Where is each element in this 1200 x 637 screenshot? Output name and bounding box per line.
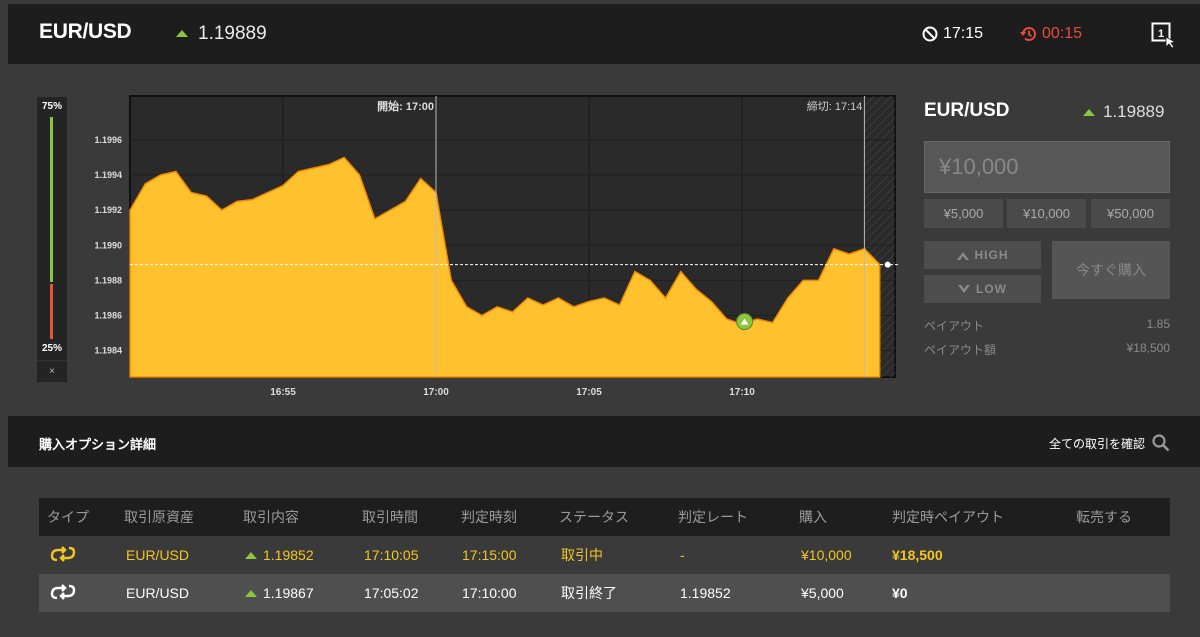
current-rate: 1.19889: [176, 23, 267, 45]
row-judge-rate: 1.19852: [680, 585, 731, 601]
close-time-value: 17:15: [943, 25, 984, 42]
high-low-type-icon: [50, 546, 76, 562]
up-arrow-icon: [176, 30, 188, 38]
col-status: ステータス: [559, 509, 629, 525]
y-tick-label: 1.1994: [94, 170, 122, 180]
view-all-trades-link[interactable]: 全ての取引を確認: [1049, 434, 1170, 452]
x-tick-label: 17:00: [423, 387, 449, 398]
col-purchase: 購入: [799, 509, 827, 525]
search-icon: [1152, 434, 1170, 452]
header-bar: EUR/USD 1.19889 17:15 00:15 1: [8, 4, 1200, 64]
row-asset: EUR/USD: [126, 585, 190, 601]
payout-amount-value: ¥18,500: [1126, 341, 1170, 355]
current-rate-dot: [884, 261, 891, 268]
table-row[interactable]: EUR/USD 1.19852 17:10:05 17:15:00 取引中 - …: [39, 536, 1170, 574]
payout-value: 1.85: [1146, 317, 1170, 331]
low-label: LOW: [976, 282, 1007, 296]
order-asset-title: EUR/USD: [924, 100, 1010, 121]
quick-amount-50000-button[interactable]: ¥50,000: [1091, 199, 1170, 228]
low-button[interactable]: LOW: [924, 275, 1041, 303]
close-gauge-button[interactable]: ×: [37, 360, 67, 377]
row-entry-value: 1.19852: [263, 547, 314, 563]
payout-amount-row: ペイアウト額 ¥18,500: [924, 341, 1170, 358]
svg-text:1: 1: [1158, 28, 1164, 40]
row-payout: ¥18,500: [892, 547, 943, 563]
sentiment-gauge: 75% 25% ×: [37, 97, 67, 382]
row-status: 取引中: [561, 547, 603, 563]
high-arrow-icon: [956, 251, 969, 260]
col-judge-rate: 判定レート: [678, 509, 748, 525]
payout-amount-label: ペイアウト額: [924, 343, 997, 357]
row-time: 17:10:05: [364, 547, 419, 563]
y-tick-label: 1.1984: [94, 346, 122, 356]
x-tick-label: 17:10: [729, 387, 755, 398]
row-status: 取引終了: [561, 585, 617, 601]
payout-label: ペイアウト: [924, 319, 985, 333]
row-expiry: 17:15:00: [462, 547, 517, 563]
payout-row: ペイアウト 1.85: [924, 317, 1170, 334]
up-arrow-icon: [245, 551, 257, 559]
start-label: 開始: 17:00: [377, 99, 434, 113]
prohibited-clock-icon: [922, 26, 938, 42]
price-chart: 16:55 17:00 17:05 17:10 1.1996 1.1994 1.1992 1.…: [94, 95, 900, 398]
row-purchase: ¥10,000: [801, 547, 852, 563]
close-label: 締切: 17:14: [807, 99, 863, 113]
row-entry-value: 1.19867: [263, 585, 314, 601]
view-all-trades-label: 全ての取引を確認: [1049, 436, 1146, 451]
col-expiry: 判定時刻: [461, 509, 517, 525]
y-tick-label: 1.1996: [94, 135, 122, 145]
asset-pair-title: EUR/USD: [39, 20, 132, 43]
row-entry: 1.19867: [245, 585, 314, 601]
high-label: HIGH: [974, 248, 1009, 262]
col-asset: 取引原資産: [124, 509, 194, 525]
x-tick-label: 16:55: [270, 387, 296, 398]
row-entry: 1.19852: [245, 547, 314, 563]
close-time: 17:15: [922, 25, 983, 43]
order-rate: 1.19889: [1083, 102, 1164, 122]
up-arrow-icon: [245, 589, 257, 597]
high-low-type-icon: [50, 584, 76, 600]
history-clock-icon: [1020, 27, 1036, 42]
row-asset: EUR/USD: [126, 547, 190, 563]
x-tick-label: 17:05: [576, 387, 602, 398]
col-time: 取引時間: [362, 509, 418, 525]
row-payout: ¥0: [892, 585, 908, 601]
amount-input[interactable]: ¥10,000: [924, 141, 1170, 193]
buy-now-button[interactable]: 今すぐ購入: [1052, 241, 1170, 299]
high-percentage: 75%: [41, 101, 62, 112]
quick-amount-5000-button[interactable]: ¥5,000: [924, 199, 1003, 228]
row-expiry: 17:10:00: [462, 585, 517, 601]
table-header: タイプ 取引原資産 取引内容 取引時間 判定時刻 ステータス 判定レート 購入 …: [39, 498, 1170, 536]
col-entry: 取引内容: [243, 509, 299, 525]
trades-table: タイプ 取引原資産 取引内容 取引時間 判定時刻 ステータス 判定レート 購入 …: [39, 498, 1170, 612]
y-tick-label: 1.1992: [94, 205, 122, 215]
purchase-details-header: 購入オプション詳細 全ての取引を確認: [8, 416, 1200, 467]
col-type: タイプ: [47, 509, 89, 525]
low-ratio-bar: [50, 284, 53, 339]
col-payout: 判定時ペイアウト: [892, 509, 1004, 525]
purchase-details-title: 購入オプション詳細: [39, 437, 157, 452]
table-row[interactable]: EUR/USD 1.19867 17:05:02 17:10:00 取引終了 1…: [39, 574, 1170, 612]
y-tick-label: 1.1990: [94, 240, 122, 250]
high-button[interactable]: HIGH: [924, 241, 1041, 269]
row-judge-rate: -: [680, 547, 685, 563]
order-rate-value: 1.19889: [1103, 102, 1165, 121]
y-tick-label: 1.1986: [94, 311, 122, 321]
quick-amount-10000-button[interactable]: ¥10,000: [1007, 199, 1086, 228]
col-resell: 転売する: [1076, 509, 1132, 525]
countdown-timer: 00:15: [1019, 25, 1082, 43]
high-ratio-bar: [50, 117, 53, 282]
low-percentage: 25%: [41, 343, 62, 354]
countdown-value: 00:15: [1042, 25, 1083, 42]
low-arrow-icon: [958, 284, 970, 293]
row-purchase: ¥5,000: [801, 585, 844, 601]
up-arrow-icon: [1083, 109, 1095, 117]
current-rate-value: 1.19889: [198, 23, 267, 44]
y-tick-label: 1.1988: [94, 275, 122, 285]
row-time: 17:05:02: [364, 585, 419, 601]
one-click-icon[interactable]: 1: [1151, 22, 1177, 53]
